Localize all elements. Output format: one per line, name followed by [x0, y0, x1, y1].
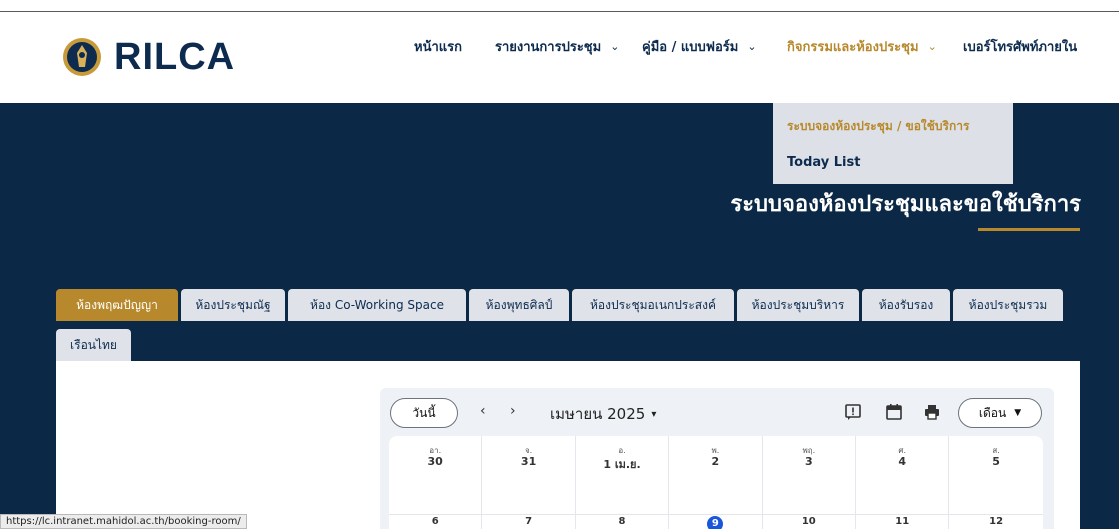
day-number[interactable]: 31: [482, 455, 574, 468]
tab-room-5[interactable]: ห้องประชุมอเนกประสงค์: [572, 289, 734, 321]
nav-item-3[interactable]: คู่มือ / แบบฟอร์ม ⌄: [642, 36, 757, 57]
tab-room-2[interactable]: ห้องประชุมณัฐ: [181, 289, 285, 321]
nav-item-label: กิจกรรมและห้องประชุม: [787, 40, 919, 55]
day-column[interactable]: พฤ. 3 10: [763, 436, 856, 529]
tab-room-3[interactable]: ห้อง Co-Working Space: [288, 289, 466, 321]
day-number[interactable]: 5: [949, 455, 1042, 468]
day-column[interactable]: ส. 5 12: [949, 436, 1042, 529]
today-button[interactable]: วันนี้: [390, 398, 458, 428]
dropdown-item-booking[interactable]: ระบบจองห้องประชุม / ขอใช้บริการ: [787, 117, 969, 136]
dropdown-item-today-list[interactable]: Today List: [787, 155, 860, 170]
day-column[interactable]: อา. 30 6: [389, 436, 483, 529]
page-title: ระบบจองห้องประชุมและขอใช้บริการ: [730, 192, 1081, 217]
calendar-toolbar: วันนี้ ‹ › เมษายน 2025 ▾ เดือน ▼: [380, 388, 1054, 438]
day-column[interactable]: อ. 1 เม.ย. 8: [576, 436, 670, 529]
day-number[interactable]: 11: [856, 516, 948, 527]
day-number[interactable]: 4: [856, 455, 948, 468]
site-header: RILCA: [0, 12, 1119, 103]
chevron-down-icon: ⌄: [747, 40, 757, 53]
logo-text: RILCA: [114, 36, 236, 78]
tab-room-4[interactable]: ห้องพุทธศิลป์: [469, 289, 569, 321]
caret-down-icon: ▾: [651, 409, 657, 420]
view-selector[interactable]: เดือน ▼: [958, 398, 1042, 428]
month-picker[interactable]: เมษายน 2025 ▾: [550, 402, 656, 426]
nav-item-label: หน้าแรก: [414, 40, 462, 55]
status-bar-url: https://lc.intranet.mahidol.ac.th/bookin…: [0, 514, 247, 529]
calendar-widget: วันนี้ ‹ › เมษายน 2025 ▾ เดือน ▼ อา. 30 6 จ. 3: [380, 388, 1054, 529]
month-label: เมษายน 2025: [550, 405, 646, 423]
day-number[interactable]: 9: [669, 516, 761, 529]
activities-dropdown-menu: ระบบจองห้องประชุม / ขอใช้บริการ Today Li…: [773, 103, 1013, 184]
day-column[interactable]: จ. 31 7: [482, 436, 576, 529]
month-grid: อา. 30 6 จ. 31 7 อ. 1 เม.ย. 8 พ. 2 9 พฤ. 3 10 ศ. 4 11 ส. 5 1…: [389, 436, 1043, 529]
nav-item-4[interactable]: กิจกรรมและห้องประชุม ⌄: [787, 36, 937, 57]
day-number[interactable]: 7: [482, 516, 574, 527]
print-icon[interactable]: [923, 403, 941, 421]
calendar-icon[interactable]: [885, 403, 903, 421]
day-number[interactable]: 8: [576, 516, 668, 527]
day-number[interactable]: 2: [669, 455, 761, 468]
nav-item-label: เบอร์โทรศัพท์ภายใน: [963, 40, 1078, 55]
prev-month-button[interactable]: ‹: [480, 403, 486, 419]
nav-item-1[interactable]: หน้าแรก: [414, 36, 462, 57]
nav-item-5[interactable]: เบอร์โทรศัพท์ภายใน: [963, 36, 1077, 57]
tab-room-1[interactable]: ห้องพฤฒปัญญา: [56, 289, 178, 321]
feedback-icon[interactable]: [844, 403, 862, 421]
day-number[interactable]: 12: [949, 516, 1042, 527]
day-column[interactable]: พ. 2 9: [669, 436, 763, 529]
title-underline: [978, 228, 1080, 231]
next-month-button[interactable]: ›: [510, 403, 516, 419]
chevron-down-icon: ⌄: [927, 40, 937, 53]
day-column[interactable]: ศ. 4 11: [856, 436, 950, 529]
tab-room-8[interactable]: ห้องประชุมรวม: [953, 289, 1063, 321]
logo[interactable]: RILCA: [62, 34, 235, 80]
view-label: เดือน: [978, 405, 1007, 420]
nav-item-2[interactable]: รายงานการประชุม ⌄: [495, 36, 619, 57]
university-seal-icon: [63, 38, 101, 76]
day-number[interactable]: 1 เม.ย.: [576, 455, 668, 473]
day-number[interactable]: 6: [389, 516, 481, 527]
tab-room-9[interactable]: เรือนไทย: [56, 329, 131, 361]
caret-down-icon: ▼: [1014, 408, 1022, 418]
day-number[interactable]: 10: [763, 516, 855, 527]
day-number[interactable]: 3: [763, 455, 855, 468]
today-marker[interactable]: 9: [707, 516, 724, 529]
tab-room-7[interactable]: ห้องรับรอง: [862, 289, 950, 321]
nav-item-label: รายงานการประชุม: [495, 40, 602, 55]
chevron-down-icon: ⌄: [610, 40, 620, 53]
nav-item-label: คู่มือ / แบบฟอร์ม: [642, 40, 739, 55]
tab-room-6[interactable]: ห้องประชุมบริหาร: [737, 289, 859, 321]
day-number[interactable]: 30: [389, 455, 481, 468]
